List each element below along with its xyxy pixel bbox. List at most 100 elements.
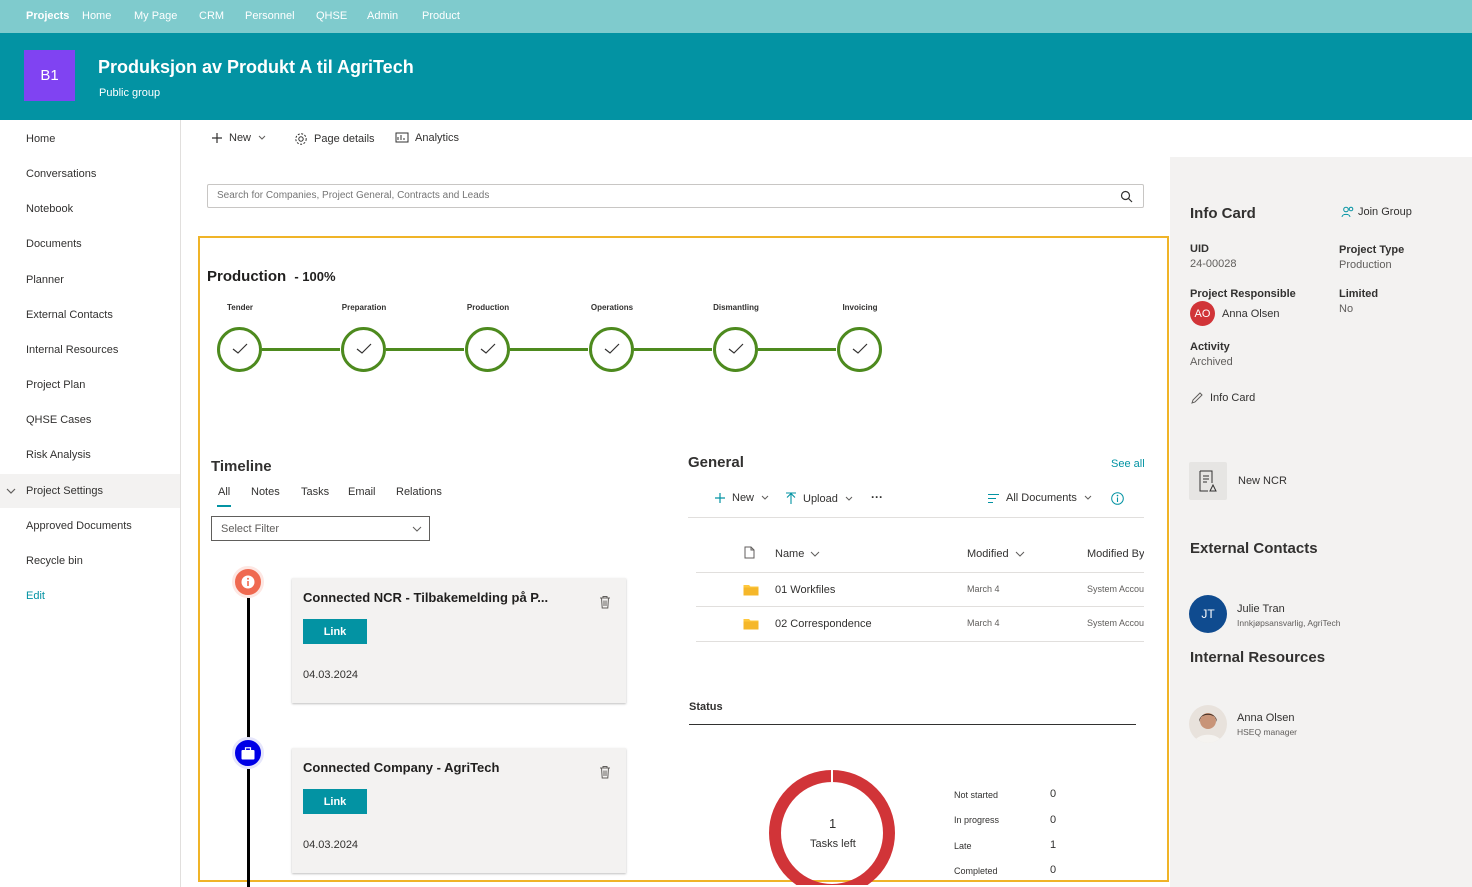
check-icon (604, 343, 620, 354)
new-ncr-tile[interactable] (1189, 462, 1227, 500)
step-label-preparation: Preparation (341, 303, 387, 312)
status-title: Status (689, 701, 723, 713)
resource-name[interactable]: Anna Olsen (1237, 712, 1294, 724)
file-modified-by: System Account (1087, 584, 1144, 594)
nav-internal-resources[interactable]: Internal Resources (26, 344, 118, 356)
column-header-modified[interactable]: Modified (967, 548, 1025, 560)
check-icon (480, 343, 496, 354)
timeline-card: Connected NCR - Tilbakemelding på P... L… (292, 578, 626, 703)
step-invoicing[interactable] (837, 327, 882, 372)
page-details-command[interactable]: Page details (294, 132, 375, 146)
search-input[interactable] (217, 190, 1097, 201)
file-name[interactable]: 01 Workfiles (775, 584, 835, 596)
avatar[interactable]: JT (1189, 595, 1227, 633)
info-icon[interactable] (1111, 492, 1124, 505)
card-title: Connected NCR - Tilbakemelding på P... (303, 590, 549, 605)
topnav-admin[interactable]: Admin (367, 10, 398, 22)
tab-notes[interactable]: Notes (251, 486, 280, 498)
tab-all[interactable]: All (218, 486, 230, 498)
upload-command[interactable]: Upload (785, 492, 854, 505)
gear-icon (295, 133, 307, 145)
more-icon[interactable]: ··· (871, 490, 883, 504)
analytics-command[interactable]: Analytics (395, 132, 459, 144)
chevron-down-icon (1084, 495, 1092, 500)
uid-label: UID (1190, 243, 1209, 255)
new-command[interactable]: New (211, 132, 267, 144)
topnav-projects[interactable]: Projects (26, 10, 69, 22)
contact-name[interactable]: Julie Tran (1237, 603, 1285, 615)
column-header-name[interactable]: Name (775, 548, 820, 560)
doc-new-label: New (732, 492, 755, 504)
doc-new-command[interactable]: New (714, 492, 770, 504)
project-type-value: Production (1339, 259, 1392, 271)
topnav-crm[interactable]: CRM (199, 10, 224, 22)
site-logo[interactable]: B1 (24, 50, 75, 101)
topnav-my-page[interactable]: My Page (134, 10, 177, 22)
step-tender[interactable] (217, 327, 262, 372)
tab-tasks[interactable]: Tasks (301, 486, 329, 498)
topnav-qhse[interactable]: QHSE (316, 10, 347, 22)
nav-edit-link[interactable]: Edit (26, 590, 45, 602)
step-preparation[interactable] (341, 327, 386, 372)
file-name[interactable]: 02 Correspondence (775, 618, 872, 630)
legend-in-progress: In progress (954, 815, 1000, 825)
search-box[interactable] (207, 184, 1144, 208)
chevron-down-icon[interactable] (6, 487, 16, 495)
plus-icon (715, 493, 725, 503)
project-responsible-value[interactable]: Anna Olsen (1222, 308, 1279, 320)
nav-documents[interactable]: Documents (26, 238, 82, 250)
chevron-down-icon (412, 526, 422, 532)
nav-project-plan[interactable]: Project Plan (26, 379, 85, 391)
folder-icon (743, 619, 759, 630)
see-all-link[interactable]: See all (1111, 458, 1145, 470)
new-ncr-label[interactable]: New NCR (1238, 475, 1287, 487)
filter-value: Select Filter (221, 523, 280, 535)
link-button[interactable]: Link (303, 619, 367, 644)
chevron-down-icon (810, 551, 820, 557)
join-group-label: Join Group (1358, 206, 1412, 218)
nav-external-contacts[interactable]: External Contacts (26, 309, 113, 321)
activity-value: Archived (1190, 356, 1233, 368)
company-marker (232, 737, 264, 769)
step-connector (510, 348, 588, 351)
topnav-home[interactable]: Home (82, 10, 111, 22)
nav-notebook[interactable]: Notebook (26, 203, 73, 215)
legend-late: Late (954, 841, 972, 851)
tab-email[interactable]: Email (348, 486, 376, 498)
step-operations[interactable] (589, 327, 634, 372)
avatar[interactable] (1189, 705, 1227, 743)
nav-qhse-cases[interactable]: QHSE Cases (26, 414, 91, 426)
step-label-production: Production (466, 303, 510, 312)
view-selector[interactable]: All Documents (987, 492, 1093, 504)
status-divider (689, 724, 1136, 725)
topnav-product[interactable]: Product (422, 10, 460, 22)
site-title[interactable]: Produksjon av Produkt A til AgriTech (98, 57, 414, 78)
join-group-button[interactable]: Join Group (1341, 206, 1412, 218)
nav-planner[interactable]: Planner (26, 274, 64, 286)
plus-icon (212, 133, 222, 143)
divider (696, 641, 1144, 642)
nav-recycle-bin[interactable]: Recycle bin (26, 555, 83, 567)
nav-home[interactable]: Home (26, 133, 55, 145)
nav-project-settings[interactable]: Project Settings (26, 485, 103, 497)
tab-relations[interactable]: Relations (396, 486, 442, 498)
project-responsible-label: Project Responsible (1190, 288, 1296, 300)
legend-in-progress-value: 0 (1050, 814, 1057, 826)
tasks-count: 1 (829, 816, 837, 831)
nav-conversations[interactable]: Conversations (26, 168, 96, 180)
avatar[interactable]: AO (1190, 301, 1215, 326)
nav-risk-analysis[interactable]: Risk Analysis (26, 449, 91, 461)
step-production[interactable] (465, 327, 510, 372)
file-modified: March 4 (967, 618, 1000, 628)
nav-approved-documents[interactable]: Approved Documents (26, 520, 132, 532)
trash-icon[interactable] (599, 595, 611, 609)
divider (696, 572, 1144, 573)
trash-icon[interactable] (599, 765, 611, 779)
step-dismantling[interactable] (713, 327, 758, 372)
link-button[interactable]: Link (303, 789, 367, 814)
timeline-filter-dropdown[interactable]: Select Filter (211, 516, 430, 541)
search-icon[interactable] (1120, 190, 1133, 203)
edit-info-card-button[interactable]: Info Card (1190, 391, 1255, 405)
topnav-personnel[interactable]: Personnel (245, 10, 295, 22)
column-header-modified-by[interactable]: Modified By (1087, 548, 1144, 560)
